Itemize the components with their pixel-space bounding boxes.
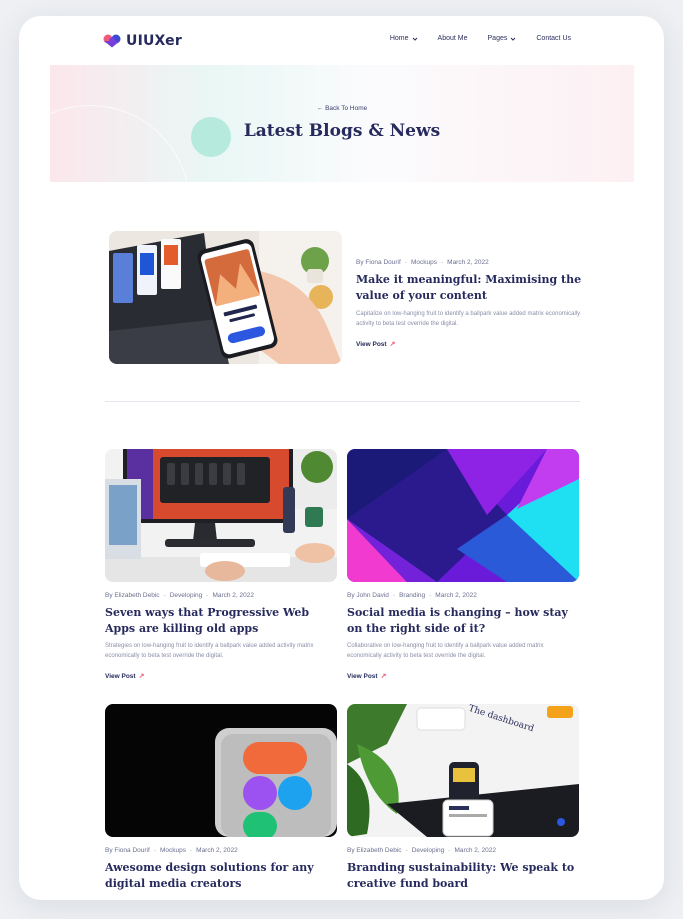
brand-logo[interactable]: UIUXer <box>103 32 182 50</box>
view-post-link[interactable]: View Post ↗ <box>347 672 579 681</box>
post-category[interactable]: Mockups <box>160 847 186 854</box>
post-card-image[interactable] <box>105 704 337 837</box>
post-card: By Elizabeth Debic - Developing - March … <box>105 449 337 680</box>
arrow-up-right-icon: ↗ <box>138 673 145 680</box>
nav-pages-label: Pages <box>487 35 508 42</box>
figma-3d-logo-illustration <box>105 704 337 837</box>
post-card: By Fiona Dourif - Mockups - March 2, 202… <box>105 704 337 891</box>
post-card: The dashboard By Elizabeth Debic - Devel… <box>347 704 579 891</box>
featured-post-excerpt: Capitalize on low-hanging fruit to ident… <box>356 311 581 328</box>
page-title: Latest Blogs & News <box>243 121 441 141</box>
post-excerpt: Collaborative on low-hanging fruit to id… <box>347 643 544 660</box>
meta-separator: - <box>440 259 444 266</box>
nav-item-contact[interactable]: Contact Us <box>536 35 571 42</box>
nav-contact-label: Contact Us <box>536 35 571 42</box>
section-divider <box>105 401 580 402</box>
arrow-up-right-icon: ↗ <box>380 673 387 680</box>
post-card-image[interactable]: The dashboard <box>347 704 579 837</box>
post-date: March 2, 2022 <box>196 847 238 854</box>
nav-item-home[interactable]: Home <box>390 35 418 42</box>
arrow-up-right-icon: ↗ <box>389 341 396 348</box>
post-author[interactable]: By Elizabeth Debic <box>105 592 160 599</box>
post-author[interactable]: By Fiona Dourif <box>356 259 401 266</box>
post-card-image[interactable] <box>347 449 579 582</box>
featured-post: By Fiona Dourif - Mockups - March 2, 202… <box>356 259 588 348</box>
post-meta: By John David - Branding - March 2, 2022 <box>347 592 579 599</box>
meta-separator: - <box>429 592 432 599</box>
post-meta: By Fiona Dourif - Mockups - March 2, 202… <box>356 259 588 266</box>
post-card-image[interactable] <box>105 449 337 582</box>
meta-separator: - <box>405 847 408 854</box>
desktop-setup-illustration <box>105 449 337 582</box>
hero-decor-arc <box>50 105 190 182</box>
view-post-label: View Post <box>105 672 136 680</box>
post-excerpt: Strategies on low-hanging fruit to ident… <box>105 643 314 660</box>
post-meta: By Elizabeth Debic - Developing - March … <box>347 847 579 854</box>
view-post-label: View Post <box>356 340 387 348</box>
view-post-link[interactable]: View Post ↗ <box>105 672 337 681</box>
post-category[interactable]: Developing <box>170 592 203 599</box>
post-date: March 2, 2022 <box>435 592 477 599</box>
back-to-home-link[interactable]: ← Back To Home <box>50 105 634 112</box>
meta-separator: - <box>163 592 166 599</box>
brand-name: UIUXer <box>126 33 182 49</box>
meta-separator: - <box>448 847 451 854</box>
post-author[interactable]: By Elizabeth Debic <box>347 847 402 854</box>
view-post-label: View Post <box>347 672 378 680</box>
hero-banner: ← Back To Home Latest Blogs & News <box>50 65 634 182</box>
meta-separator: - <box>153 847 156 854</box>
page-frame: UIUXer Home About Me Pages Contact Us ← … <box>19 16 664 900</box>
post-title[interactable]: Seven ways that Progressive Web Apps are… <box>105 605 337 636</box>
nav-about-label: About Me <box>437 35 468 42</box>
post-category[interactable]: Branding <box>399 592 425 599</box>
post-category[interactable]: Mockups <box>411 259 437 266</box>
nav-item-pages[interactable]: Pages <box>488 35 517 42</box>
view-post-link[interactable]: View Post ↗ <box>356 340 588 349</box>
post-date: March 2, 2022 <box>447 259 489 266</box>
post-category[interactable]: Developing <box>412 847 445 854</box>
dashboard-mockup-illustration <box>347 704 579 837</box>
abstract-gradient-illustration <box>347 449 579 582</box>
meta-separator: - <box>189 847 193 854</box>
nav-home-label: Home <box>389 35 409 42</box>
post-meta: By Elizabeth Debic - Developing - March … <box>105 592 337 599</box>
chevron-down-icon <box>511 37 516 41</box>
post-author[interactable]: By John David <box>347 592 389 599</box>
post-meta: By Fiona Dourif - Mockups - March 2, 202… <box>105 847 337 854</box>
post-title[interactable]: Branding sustainability: We speak to cre… <box>347 860 579 891</box>
meta-separator: - <box>404 259 407 266</box>
nav-item-about[interactable]: About Me <box>438 35 468 42</box>
meta-separator: - <box>206 592 209 599</box>
phone-mockup-illustration <box>109 231 342 364</box>
post-date: March 2, 2022 <box>212 592 254 599</box>
post-title[interactable]: Awesome design solutions for any digital… <box>105 860 337 891</box>
meta-separator: - <box>392 592 396 599</box>
main-nav: Home About Me Pages Contact Us <box>390 35 571 42</box>
featured-post-image[interactable] <box>109 231 342 364</box>
logo-heart-icon <box>103 34 121 48</box>
featured-post-title[interactable]: Make it meaningful: Maximising the value… <box>356 272 588 303</box>
post-title[interactable]: Social media is changing – how stay on t… <box>347 605 579 636</box>
chevron-down-icon <box>412 37 417 41</box>
post-date: March 2, 2022 <box>454 847 496 854</box>
post-author[interactable]: By Fiona Dourif <box>105 847 150 854</box>
post-card: By John David - Branding - March 2, 2022… <box>347 449 579 680</box>
